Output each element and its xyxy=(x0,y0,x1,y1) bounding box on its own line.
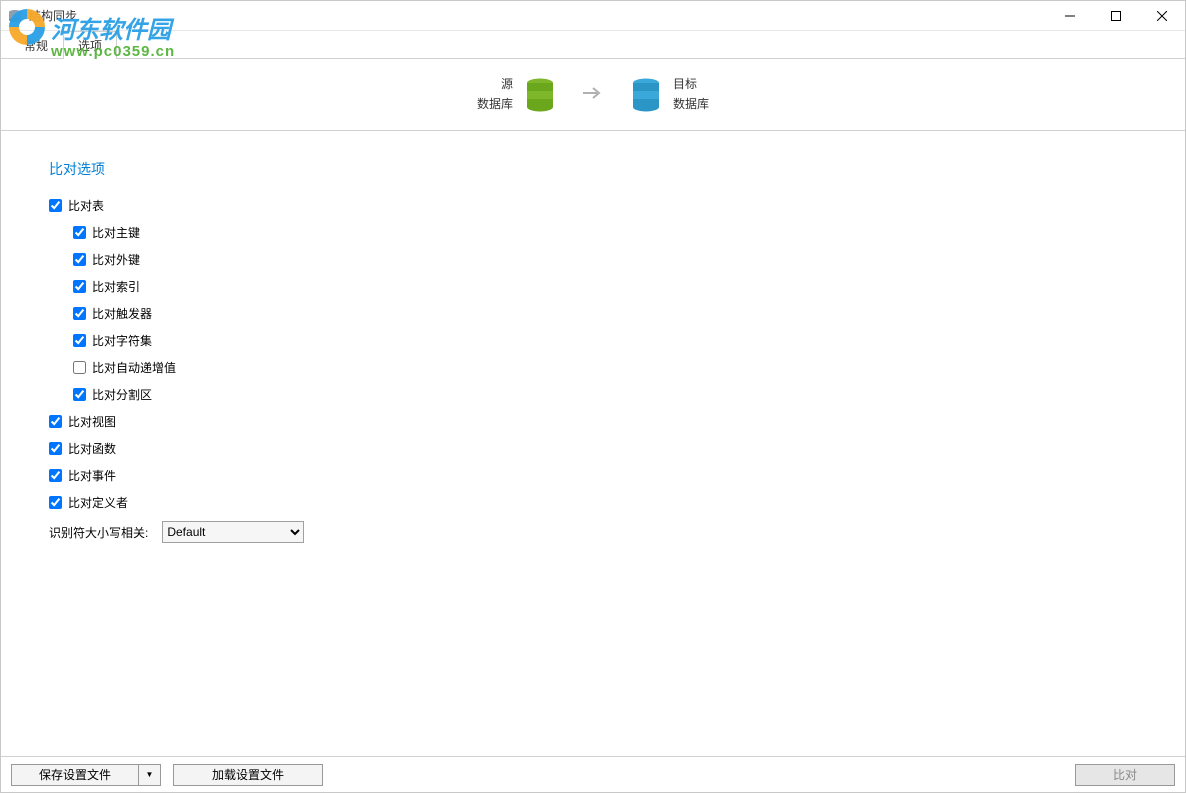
source-block: 源 数据库 xyxy=(477,75,555,113)
source-db-label: 数据库 xyxy=(477,95,513,114)
caret-down-icon: ▼ xyxy=(146,770,154,779)
label-compare-tables: 比对表 xyxy=(68,197,104,214)
tab-options[interactable]: 选项 xyxy=(63,31,117,59)
label-compare-triggers: 比对触发器 xyxy=(92,305,152,322)
checkbox-compare-autoincrement[interactable] xyxy=(73,361,86,374)
compare-button[interactable]: 比对 xyxy=(1075,764,1175,786)
identifier-case-label: 识别符大小写相关: xyxy=(49,524,148,541)
label-compare-primary-keys: 比对主键 xyxy=(92,224,140,241)
checkbox-compare-primary-keys[interactable] xyxy=(73,226,86,239)
target-label: 目标 xyxy=(673,75,709,94)
checkbox-compare-views[interactable] xyxy=(49,415,62,428)
arrow-right-icon xyxy=(583,84,603,105)
target-db-label: 数据库 xyxy=(673,95,709,114)
checkbox-compare-triggers[interactable] xyxy=(73,307,86,320)
close-button[interactable] xyxy=(1139,1,1185,31)
label-compare-charset: 比对字符集 xyxy=(92,332,152,349)
source-label: 源 xyxy=(477,75,513,94)
checkbox-compare-indexes[interactable] xyxy=(73,280,86,293)
checkbox-compare-events[interactable] xyxy=(49,469,62,482)
checkbox-compare-charset[interactable] xyxy=(73,334,86,347)
label-compare-autoincrement: 比对自动递增值 xyxy=(92,359,176,376)
save-profile-dropdown[interactable]: ▼ xyxy=(139,764,161,786)
footer: 保存设置文件 ▼ 加载设置文件 比对 xyxy=(1,756,1185,792)
label-compare-views: 比对视图 xyxy=(68,413,116,430)
checkbox-compare-functions[interactable] xyxy=(49,442,62,455)
header-area: 源 数据库 目标 数据库 xyxy=(1,59,1185,131)
load-profile-button[interactable]: 加载设置文件 xyxy=(173,764,323,786)
section-title: 比对选项 xyxy=(49,159,1137,179)
checkbox-compare-foreign-keys[interactable] xyxy=(73,253,86,266)
minimize-button[interactable] xyxy=(1047,1,1093,31)
tab-bar: 常规 选项 xyxy=(1,31,1185,59)
checkbox-compare-tables[interactable] xyxy=(49,199,62,212)
database-target-icon xyxy=(631,78,661,112)
save-profile-button[interactable]: 保存设置文件 xyxy=(11,764,139,786)
titlebar: 结构同步 xyxy=(1,1,1185,31)
content-area: 比对选项 比对表 比对主键 比对外键 比对索引 比对触发器 比对字符集 比对自动… xyxy=(1,131,1185,571)
label-compare-partitions: 比对分割区 xyxy=(92,386,152,403)
tab-general[interactable]: 常规 xyxy=(9,31,63,59)
app-icon xyxy=(7,8,23,24)
checkbox-compare-definers[interactable] xyxy=(49,496,62,509)
label-compare-events: 比对事件 xyxy=(68,467,116,484)
window-title: 结构同步 xyxy=(29,7,77,24)
maximize-button[interactable] xyxy=(1093,1,1139,31)
identifier-case-select[interactable]: Default xyxy=(162,521,304,543)
checkbox-compare-partitions[interactable] xyxy=(73,388,86,401)
label-compare-foreign-keys: 比对外键 xyxy=(92,251,140,268)
database-source-icon xyxy=(525,78,555,112)
target-block: 目标 数据库 xyxy=(631,75,709,113)
label-compare-indexes: 比对索引 xyxy=(92,278,140,295)
label-compare-functions: 比对函数 xyxy=(68,440,116,457)
label-compare-definers: 比对定义者 xyxy=(68,494,128,511)
